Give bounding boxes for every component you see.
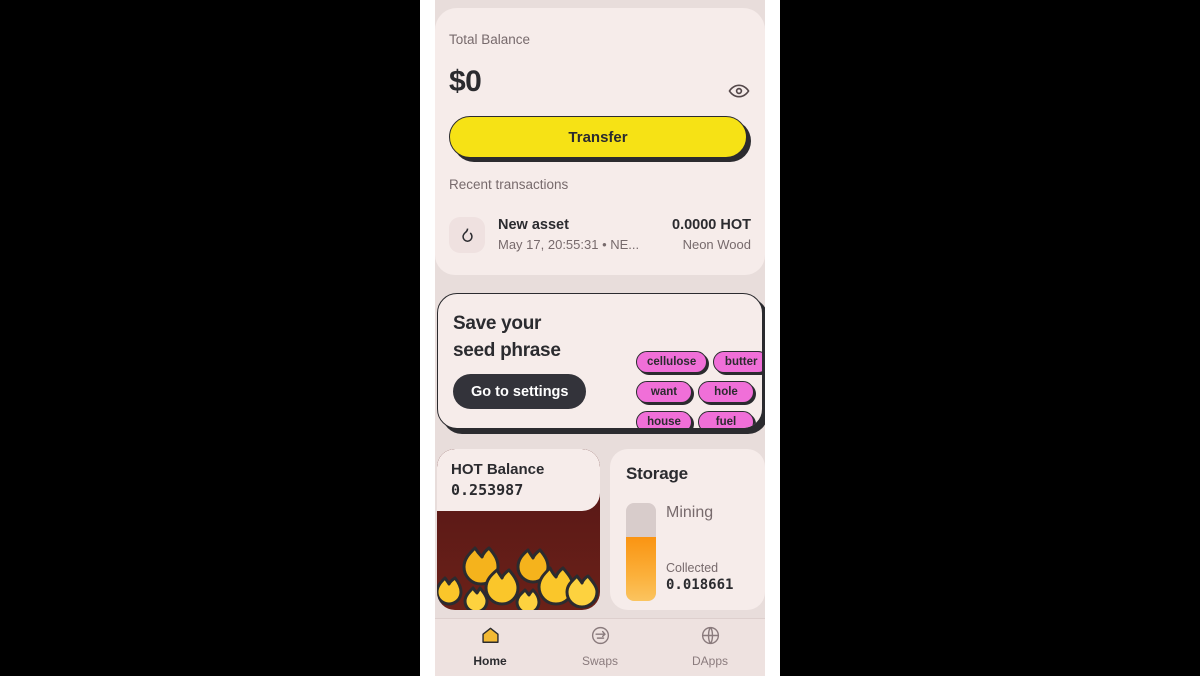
go-to-settings-button[interactable]: Go to settings (453, 374, 587, 409)
total-balance-amount: $0 (449, 65, 482, 98)
seed-phrase-card: Save your seed phrase Go to settings cel… (437, 293, 763, 429)
seed-title-line1: Save your (453, 313, 542, 334)
storage-card[interactable]: Storage Mining Collected 0.018661 (610, 449, 765, 610)
nav-label-swaps: Swaps (581, 654, 619, 668)
transaction-title: New asset (498, 217, 569, 233)
seed-word-list: cellulose butter want hole house fuel (636, 351, 762, 428)
seed-word-pill: butter (713, 351, 762, 373)
bottom-navigation: Home Swaps DApps (435, 618, 765, 676)
transaction-subtitle: May 17, 20:55:31 • NE... (498, 237, 640, 252)
transaction-row[interactable]: New asset May 17, 20:55:31 • NE... 0.000… (449, 211, 751, 259)
transfer-button-wrap: Transfer (449, 116, 751, 162)
flame-icon (449, 217, 485, 253)
scroll-area[interactable]: Total Balance $0 Transfer Recent transac… (435, 0, 765, 618)
transfer-button[interactable]: Transfer (449, 116, 747, 158)
globe-icon (700, 625, 721, 651)
hot-balance-title: HOT Balance (451, 461, 545, 478)
balance-card: Total Balance $0 Transfer Recent transac… (435, 8, 765, 275)
seed-word-pill: hole (698, 381, 754, 403)
hot-balance-card[interactable]: HOT Balance 0.253987 (437, 449, 600, 610)
collected-value: 0.018661 (666, 577, 734, 593)
swaps-icon (590, 625, 611, 651)
home-icon (480, 625, 501, 651)
storage-title: Storage (626, 464, 688, 483)
seed-word-pill: house (636, 411, 692, 428)
recent-transactions-label: Recent transactions (449, 177, 569, 192)
transaction-amount: 0.0000 HOT (672, 217, 751, 233)
bottom-cards-row: HOT Balance 0.253987 Storage Mining Coll… (435, 449, 765, 610)
seed-word-pill: cellulose (636, 351, 708, 373)
seed-word-pill: fuel (698, 411, 754, 428)
nav-item-dapps[interactable]: DApps (655, 625, 765, 668)
storage-gauge-fill (626, 537, 656, 601)
transaction-network: Neon Wood (682, 237, 751, 252)
screen-root: Total Balance $0 Transfer Recent transac… (0, 0, 1200, 676)
hot-balance-label-panel: HOT Balance 0.253987 (437, 449, 600, 511)
transaction-text: New asset May 17, 20:55:31 • NE... (498, 216, 672, 254)
nav-item-home[interactable]: Home (435, 625, 545, 668)
seed-word-pill: want (636, 381, 692, 403)
collected-label: Collected (666, 561, 719, 575)
nav-label-dapps: DApps (691, 654, 729, 668)
seed-title-line2: seed phrase (453, 340, 561, 361)
mining-label: Mining (666, 504, 714, 521)
hot-balance-value: 0.253987 (451, 481, 524, 499)
nav-item-swaps[interactable]: Swaps (545, 625, 655, 668)
flames-illustration (437, 546, 599, 610)
mobile-app-viewport: Total Balance $0 Transfer Recent transac… (435, 0, 765, 676)
storage-gauge (626, 503, 656, 601)
total-balance-label: Total Balance (449, 32, 531, 47)
nav-label-home: Home (473, 654, 507, 668)
eye-icon[interactable] (728, 80, 750, 102)
seed-phrase-title: Save your seed phrase (453, 310, 561, 364)
transaction-values: 0.0000 HOT Neon Wood (672, 216, 751, 254)
